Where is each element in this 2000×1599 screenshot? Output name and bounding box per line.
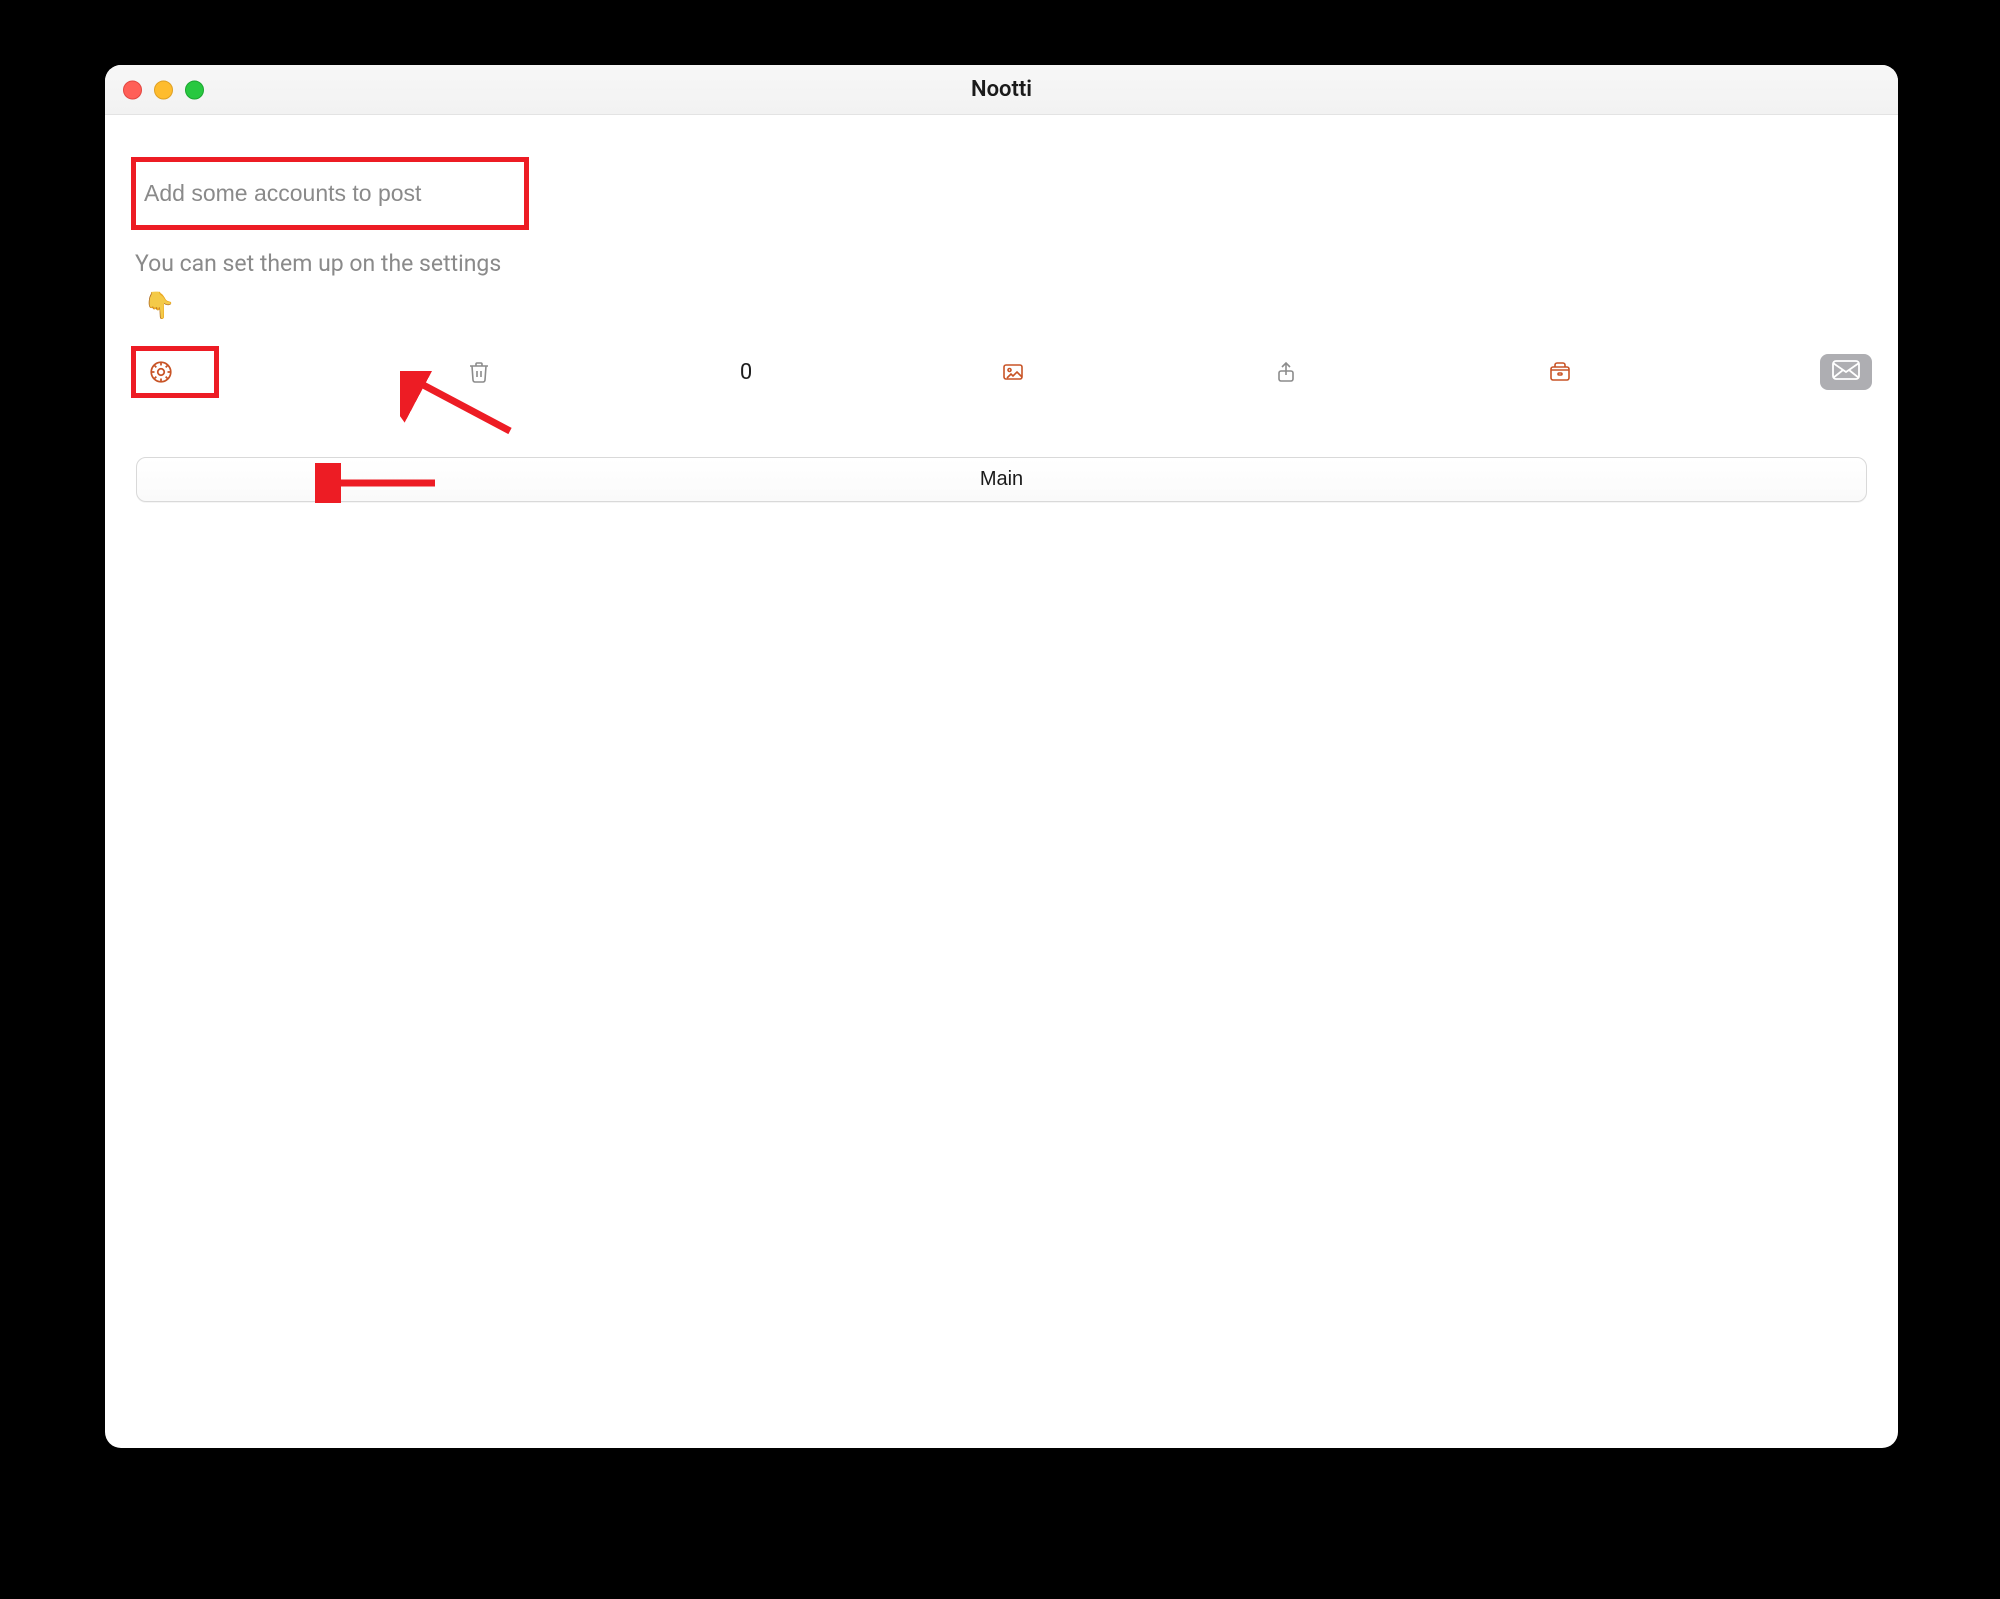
window-controls: [123, 80, 204, 99]
compose-input[interactable]: [144, 180, 516, 207]
app-window: Nootti You can set them up on the settin…: [105, 65, 1898, 1448]
trash-icon[interactable]: [466, 359, 492, 385]
titlebar: Nootti: [105, 65, 1898, 115]
toolbar: 0: [131, 347, 1872, 397]
archive-icon[interactable]: [1547, 359, 1573, 385]
window-title: Nootti: [105, 77, 1898, 102]
pointer-down-icon: 👇: [131, 291, 1872, 321]
settings-icon[interactable]: [148, 359, 174, 385]
compose-hint: You can set them up on the settings: [131, 250, 1872, 277]
main-button[interactable]: Main: [136, 457, 1867, 502]
settings-highlight: [131, 346, 219, 398]
zoom-window-button[interactable]: [185, 80, 204, 99]
compose-highlight: [131, 157, 529, 230]
minimize-window-button[interactable]: [154, 80, 173, 99]
image-icon[interactable]: [1000, 359, 1026, 385]
share-icon[interactable]: [1273, 359, 1299, 385]
content-area: You can set them up on the settings 👇: [105, 115, 1898, 1448]
character-count: 0: [740, 360, 752, 385]
mail-icon: [1832, 360, 1860, 384]
close-window-button[interactable]: [123, 80, 142, 99]
send-button[interactable]: [1820, 354, 1872, 390]
